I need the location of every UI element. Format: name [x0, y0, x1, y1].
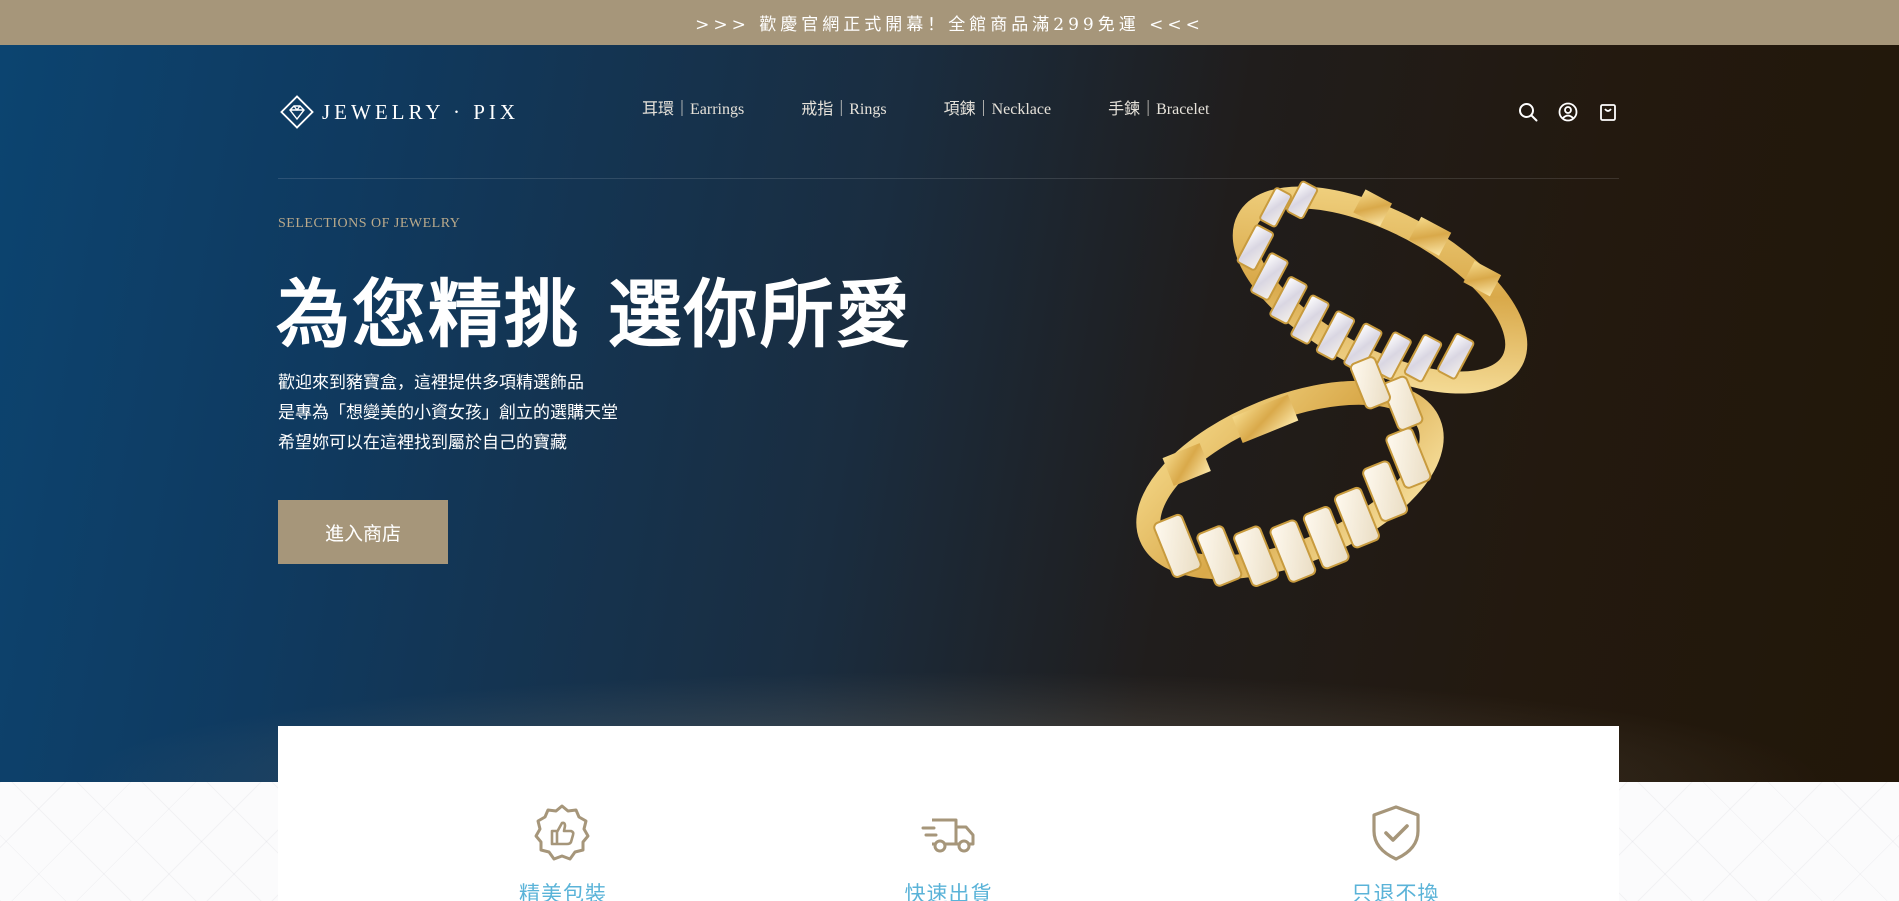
- main-nav: 耳環｜Earrings 戒指｜Rings 項鍊｜Necklace 手鍊｜Brac…: [642, 95, 1209, 119]
- enter-shop-button[interactable]: 進入商店: [278, 500, 448, 564]
- nav-item-bracelet[interactable]: 手鍊｜Bracelet: [1108, 95, 1209, 119]
- nav-item-rings[interactable]: 戒指｜Rings: [801, 95, 886, 119]
- announcement-text: >>> 歡慶官網正式開幕！全館商品滿299免運 <<<: [695, 15, 1204, 35]
- user-icon[interactable]: [1557, 101, 1579, 123]
- header-actions: [1517, 101, 1619, 123]
- nav-item-earrings[interactable]: 耳環｜Earrings: [642, 95, 744, 119]
- brand-logo[interactable]: JEWELRY · PIX: [278, 92, 519, 132]
- rings-product-image: [1136, 180, 1528, 587]
- hero-description-line: 希望妳可以在這裡找到屬於自己的寶藏: [278, 433, 567, 453]
- features-card: 精美包裝 快速出貨 只退不換: [278, 726, 1619, 901]
- shopping-bag-icon[interactable]: [1597, 101, 1619, 123]
- feature-label: 只退不換: [1351, 882, 1440, 901]
- site-header: JEWELRY · PIX 耳環｜Earrings 戒指｜Rings 項鍊｜Ne…: [278, 45, 1619, 179]
- nav-item-necklace[interactable]: 項鍊｜Necklace: [944, 95, 1052, 119]
- announcement-bar: >>> 歡慶官網正式開幕！全館商品滿299免運 <<<: [0, 0, 1899, 45]
- shield-check-icon: [1371, 805, 1420, 861]
- hero-description-line: 是專為「想變美的小資女孩」創立的選購天堂: [278, 403, 618, 423]
- feature-returns: 只退不換: [1172, 726, 1619, 901]
- thumbs-up-badge-icon: [534, 804, 590, 861]
- search-icon[interactable]: [1517, 101, 1539, 123]
- hero-description: 歡迎來到豬寶盒，這裡提供多項精選飾品 是專為「想變美的小資女孩」創立的選購天堂 …: [278, 368, 618, 458]
- feature-label: 快速出貨: [904, 882, 993, 901]
- feature-packaging: 精美包裝: [278, 726, 725, 901]
- logo-text: JEWELRY · PIX: [322, 99, 520, 124]
- diamond-logo-icon: [280, 95, 314, 129]
- hero-eyebrow: SELECTIONS OF JEWELRY: [278, 216, 461, 231]
- feature-shipping: 快速出貨: [725, 726, 1172, 901]
- hero-headline: 為您精挑 選你所愛: [276, 272, 912, 358]
- delivery-truck-icon: [921, 818, 974, 853]
- hero-description-line: 歡迎來到豬寶盒，這裡提供多項精選飾品: [278, 373, 584, 393]
